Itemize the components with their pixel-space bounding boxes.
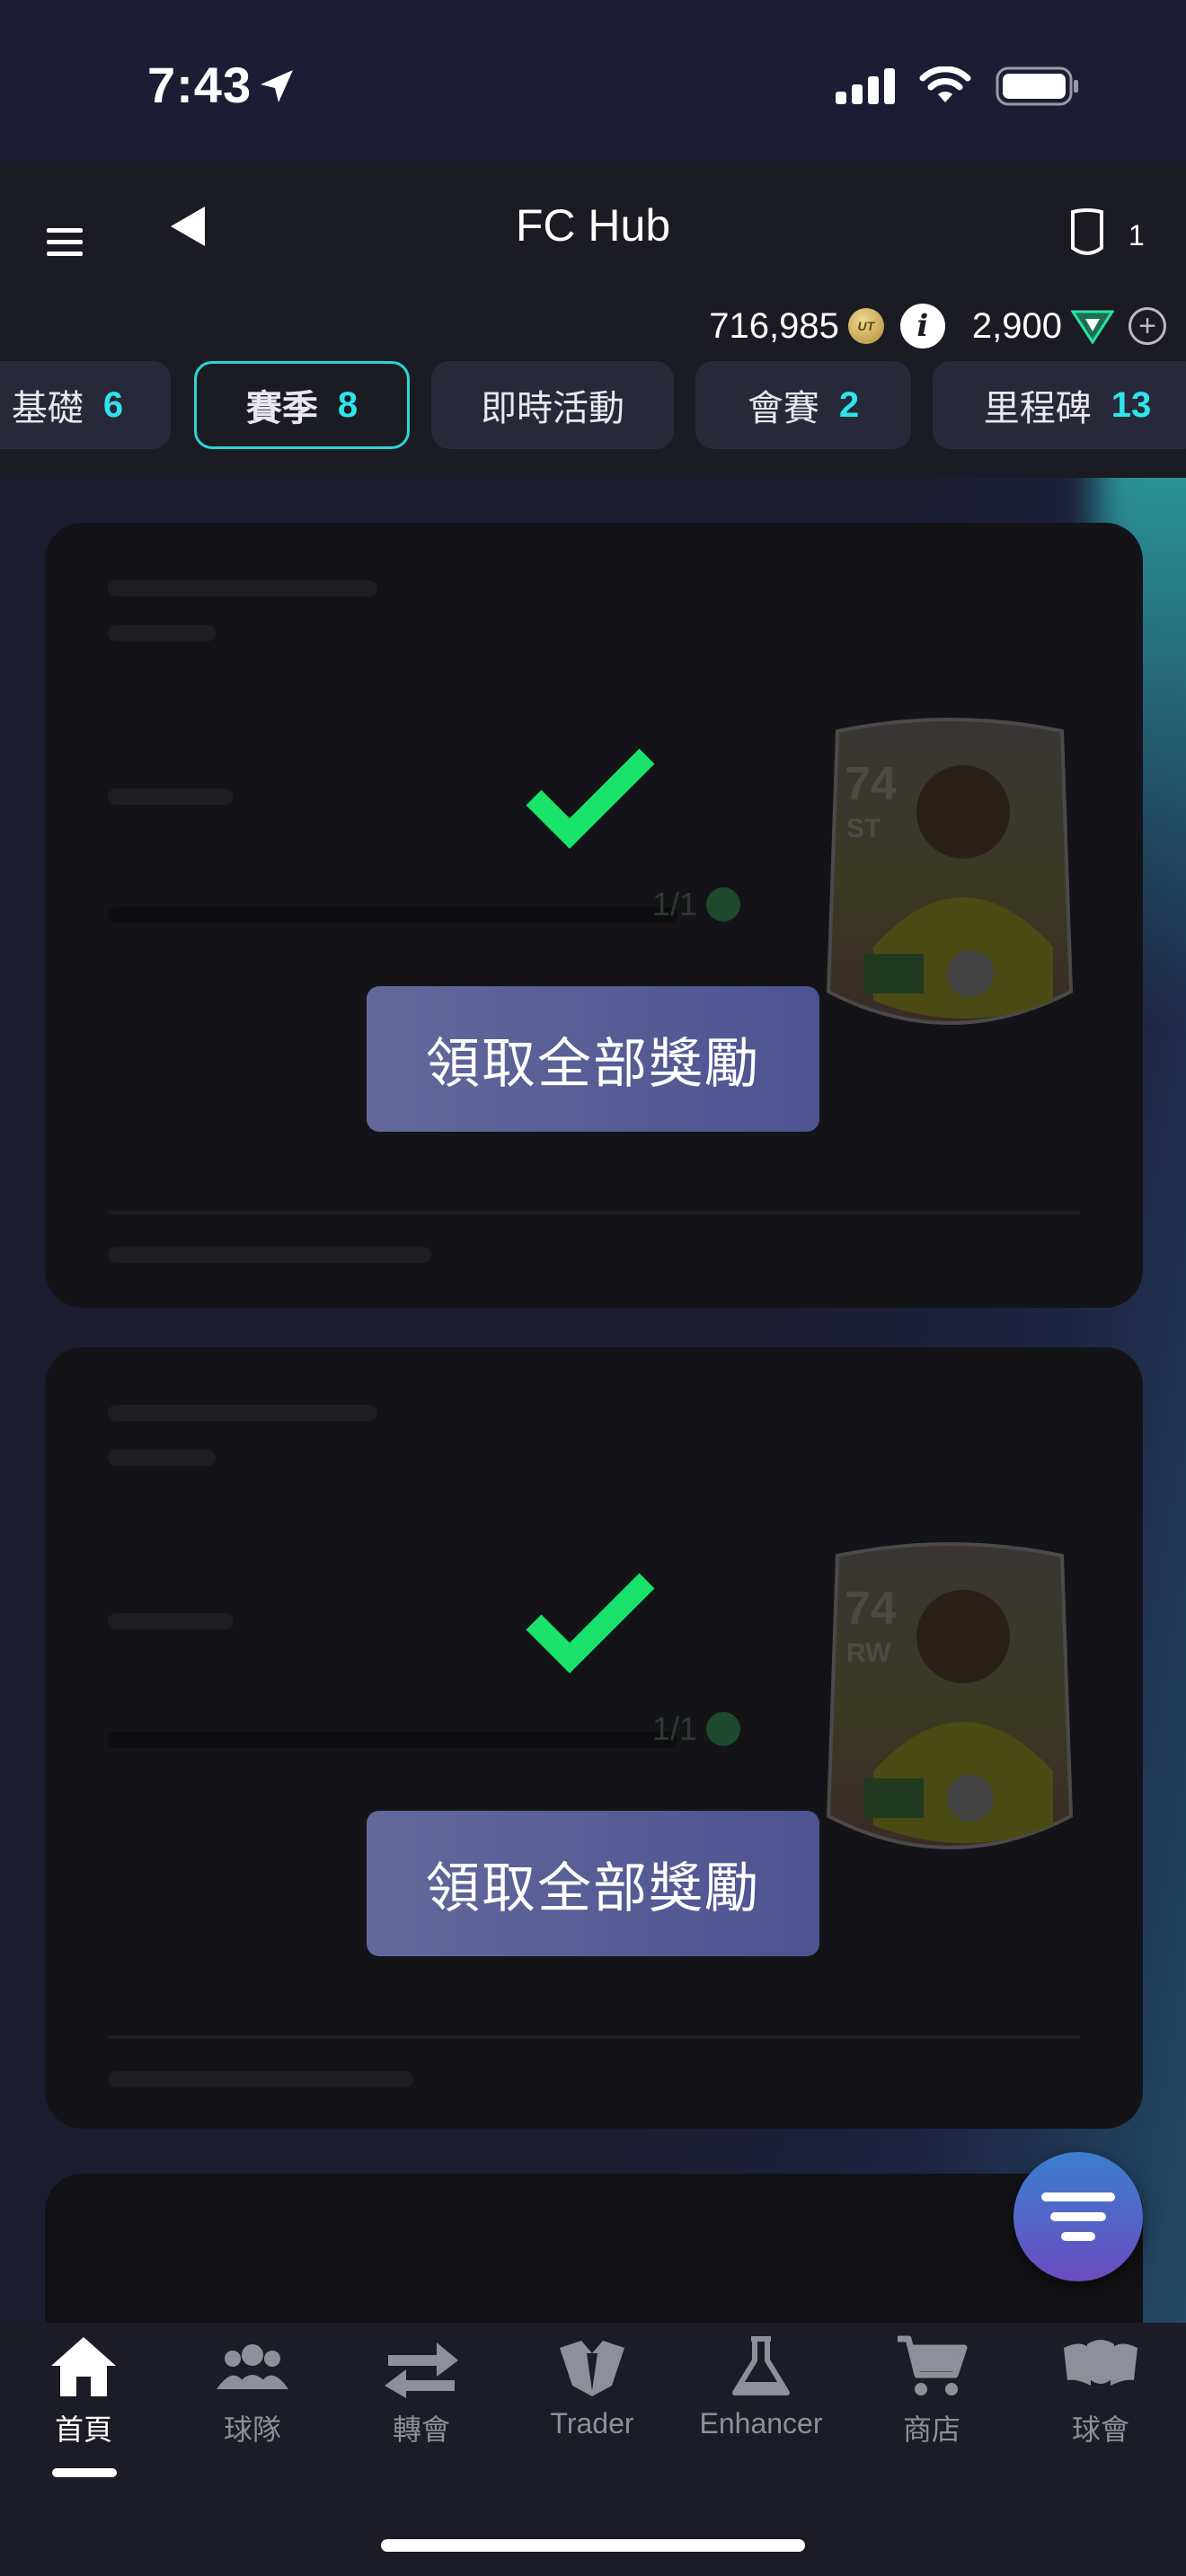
status-icons xyxy=(836,66,1080,106)
tab-league[interactable]: 會賽 2 xyxy=(695,361,911,449)
tab-count: 2 xyxy=(838,384,860,425)
tab-count: 6 xyxy=(102,384,124,425)
nav-squad[interactable]: 球隊 xyxy=(176,2335,329,2448)
progress-label: 1/1 xyxy=(652,1710,741,1748)
nav-label: Trader xyxy=(550,2407,634,2439)
objective-card[interactable]: 1/1 74 ST 領取全部獎勵 xyxy=(45,523,1143,1308)
home-indicator[interactable] xyxy=(381,2539,805,2552)
objectives-list: 1/1 74 ST 領取全部獎勵 1/1 74 RW 領取全部獎勵 xyxy=(0,478,1186,2323)
shield-count: 1 xyxy=(1128,219,1145,251)
player-card-image: 74 ST xyxy=(826,718,1074,1025)
nav-label: 球會 xyxy=(1071,2413,1129,2446)
nav-label: 轉會 xyxy=(392,2413,450,2446)
tab-label: 賽季 xyxy=(245,389,318,428)
tab-milestones[interactable]: 里程碑 13 xyxy=(933,361,1186,449)
enhancer-icon xyxy=(732,2336,790,2395)
tab-live-events[interactable]: 即時活動 xyxy=(431,361,674,449)
tab-season[interactable]: 賽季 8 xyxy=(194,361,410,449)
shield-icon[interactable] xyxy=(1067,208,1107,259)
tab-count: 13 xyxy=(1111,384,1152,425)
transfer-icon xyxy=(385,2342,458,2398)
add-points-icon[interactable]: + xyxy=(1128,307,1166,345)
objective-card[interactable]: 1/1 74 RW 領取全部獎勵 xyxy=(45,1347,1143,2129)
svg-text:RW: RW xyxy=(846,1638,891,1668)
claim-all-rewards-button[interactable]: 領取全部獎勵 xyxy=(367,986,819,1132)
progress-bar xyxy=(108,907,677,923)
svg-text:74: 74 xyxy=(845,758,897,810)
tab-label: 里程碑 xyxy=(983,389,1092,428)
progress-label: 1/1 xyxy=(652,886,741,923)
club-icon xyxy=(1064,2340,1137,2386)
svg-text:ST: ST xyxy=(846,814,881,843)
completed-check-icon xyxy=(526,748,655,849)
wifi-icon xyxy=(919,66,971,102)
filter-button[interactable] xyxy=(1013,2152,1143,2281)
nav-transfers[interactable]: 轉會 xyxy=(345,2335,498,2448)
nav-trader[interactable]: Trader xyxy=(516,2335,668,2440)
nav-home[interactable]: 首頁 xyxy=(7,2335,160,2448)
trader-icon xyxy=(560,2341,624,2396)
page-title: FC Hub xyxy=(515,200,671,251)
coin-icon: UT xyxy=(847,308,884,344)
currency-row: 716,985 UT i 2,900 + xyxy=(709,304,1166,348)
progress-bar xyxy=(108,1732,677,1748)
tab-label: 會賽 xyxy=(747,389,819,428)
coins-amount: 716,985 xyxy=(709,305,839,346)
nav-club[interactable]: 球會 xyxy=(1024,2335,1177,2448)
nav-store[interactable]: 商店 xyxy=(855,2335,1008,2448)
store-icon xyxy=(898,2335,968,2395)
objective-card[interactable] xyxy=(45,2174,1143,2323)
nav-label: Enhancer xyxy=(699,2407,823,2439)
player-card-image: 74 RW xyxy=(826,1542,1074,1849)
status-bar: 7:43 xyxy=(0,0,1186,162)
completed-check-icon xyxy=(526,1573,655,1673)
nav-enhancer[interactable]: Enhancer xyxy=(685,2335,837,2440)
tab-label: 即時活動 xyxy=(481,389,624,428)
nav-label: 球隊 xyxy=(223,2413,281,2446)
tab-basics[interactable]: 基礎 6 xyxy=(0,361,171,449)
info-icon[interactable]: i xyxy=(899,304,945,348)
status-time: 7:43 xyxy=(147,57,252,113)
location-arrow-icon xyxy=(261,70,293,102)
home-icon xyxy=(51,2337,116,2396)
svg-text:74: 74 xyxy=(845,1583,897,1635)
tab-label: 基礎 xyxy=(11,389,84,428)
tab-count: 8 xyxy=(337,384,358,425)
nav-label: 首頁 xyxy=(54,2413,112,2446)
battery-icon xyxy=(996,66,1078,106)
squad-icon xyxy=(217,2344,288,2389)
nav-label: 商店 xyxy=(902,2413,960,2446)
active-tab-indicator xyxy=(52,2468,117,2477)
fc-points-icon xyxy=(1071,310,1114,344)
points-amount: 2,900 xyxy=(971,305,1062,346)
claim-all-rewards-button[interactable]: 領取全部獎勵 xyxy=(367,1811,819,1956)
signal-icon xyxy=(836,68,895,104)
